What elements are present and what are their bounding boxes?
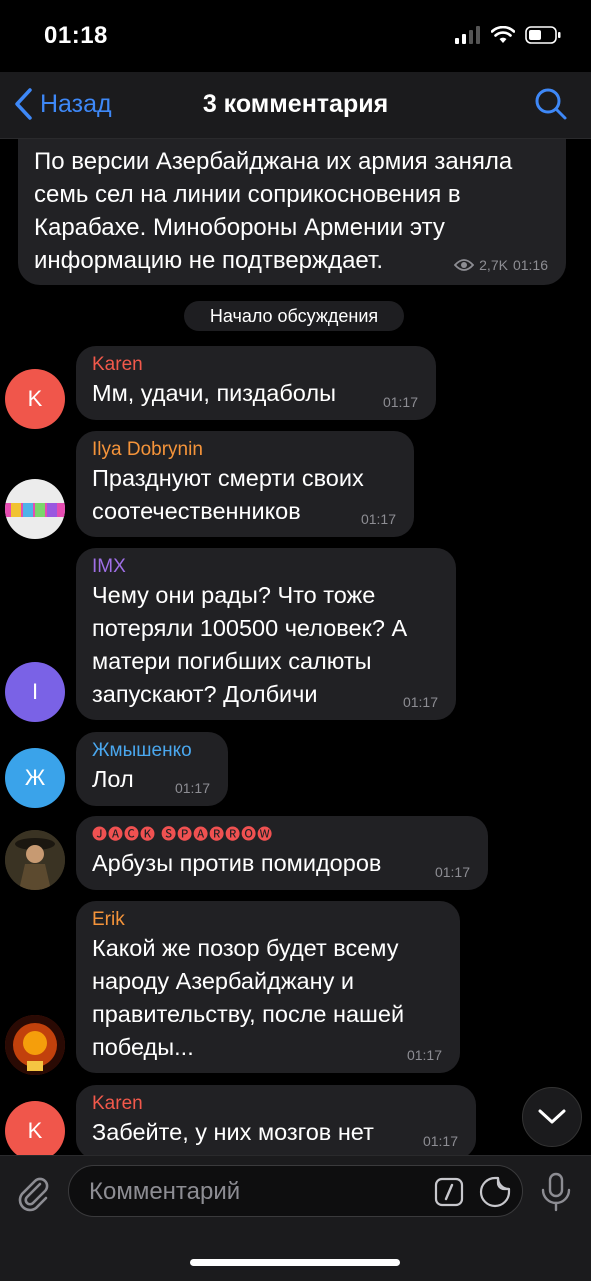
avatar[interactable]: Ж: [5, 748, 65, 808]
status-bar: 01:18: [0, 0, 591, 72]
message-bubble[interactable]: Karen Мм, удачи, пиздаболы 01:17: [76, 346, 436, 420]
status-icons: [455, 26, 561, 44]
avatar[interactable]: K: [5, 1101, 65, 1155]
message-time: 01:17: [382, 394, 418, 410]
battery-icon: [525, 26, 561, 44]
avatar-letter: K: [27, 386, 43, 411]
status-time: 01:18: [44, 22, 108, 49]
back-label: Назад: [40, 89, 112, 118]
message-author[interactable]: IMX: [92, 555, 440, 579]
message-time: 01:17: [360, 511, 396, 527]
message-author[interactable]: Жмышенко: [92, 739, 212, 763]
chat-area[interactable]: По версии Азербайджана их армия заняла с…: [0, 139, 591, 1155]
message-bubble[interactable]: 🅙🅐🅒🅚 🅢🅟🅐🅡🅡🅞🅦 Арбузы против помидоров 01:…: [76, 816, 488, 890]
avatar[interactable]: [5, 479, 65, 539]
paperclip-icon: [18, 1177, 49, 1212]
avatar[interactable]: [5, 1015, 65, 1075]
message-author[interactable]: Karen: [92, 353, 420, 377]
sticker-icon: [479, 1176, 511, 1208]
message-time: 01:17: [434, 864, 470, 880]
sticker-button[interactable]: [478, 1175, 512, 1214]
search-button[interactable]: [533, 86, 569, 127]
avatar-image: [5, 503, 65, 517]
home-indicator[interactable]: [190, 1259, 400, 1266]
voice-record-button[interactable]: [538, 1172, 574, 1217]
avatar-letter: Ж: [24, 765, 46, 790]
comment-input[interactable]: [87, 1174, 411, 1210]
avatar[interactable]: I: [5, 662, 65, 722]
avatar[interactable]: K: [5, 369, 65, 429]
avatar-image: [5, 1015, 65, 1075]
post-meta: 2,7K 01:16: [454, 257, 548, 273]
chevron-down-icon: [538, 1109, 566, 1124]
message-text: Чему они рады? Что тоже потеряли 100500 …: [92, 582, 408, 707]
message-text: Арбузы против помидоров: [92, 850, 382, 876]
back-button[interactable]: Назад: [12, 86, 112, 122]
nav-bar: Назад 3 комментария: [0, 72, 591, 139]
microphone-icon: [541, 1172, 571, 1212]
message-time: 01:17: [422, 1133, 458, 1149]
message-text: Празднуют смерти своих соотечественников: [92, 465, 364, 524]
avatar-image: [5, 830, 65, 890]
chevron-left-icon: [15, 88, 32, 120]
discussion-start-divider: Начало обсуждения: [184, 301, 404, 331]
avatar[interactable]: [5, 830, 65, 890]
wifi-icon: [491, 26, 515, 43]
message-time: 01:17: [174, 780, 210, 796]
message-text: Какой же позор будет всему народу Азерба…: [92, 935, 405, 1060]
post-bubble: По версии Азербайджана их армия заняла с…: [18, 139, 566, 285]
views-eye-icon: [454, 259, 475, 271]
message-time: 01:17: [406, 1047, 442, 1063]
message-bubble[interactable]: Karen Забейте, у них мозгов нет 01:17: [76, 1085, 476, 1155]
comment-field: [68, 1165, 523, 1217]
message-bubble[interactable]: Ilya Dobrynin Празднуют смерти своих соо…: [76, 431, 414, 537]
message-text: Мм, удачи, пиздаболы: [92, 380, 336, 406]
post-time: 01:16: [512, 257, 548, 273]
message-author[interactable]: Karen: [92, 1092, 460, 1116]
avatar-letter: K: [27, 1118, 43, 1143]
message-time: 01:17: [402, 694, 438, 710]
post-views: 2,7K: [479, 257, 508, 273]
message-text: Забейте, у них мозгов нет: [92, 1119, 374, 1145]
search-icon: [535, 88, 567, 120]
signal-icon: [455, 26, 480, 44]
message-author[interactable]: Ilya Dobrynin: [92, 438, 398, 462]
slash-command-icon: [434, 1177, 464, 1207]
message-author[interactable]: 🅙🅐🅒🅚 🅢🅟🅐🅡🅡🅞🅦: [92, 823, 472, 847]
message-bubble[interactable]: IMX Чему они рады? Что тоже потеряли 100…: [76, 548, 456, 720]
message-author[interactable]: Erik: [92, 908, 444, 932]
attach-button[interactable]: [14, 1174, 52, 1217]
message-bubble[interactable]: Жмышенко Лол 01:17: [76, 732, 228, 806]
scroll-to-bottom-button[interactable]: [522, 1087, 582, 1147]
bot-commands-button[interactable]: [434, 1177, 464, 1212]
message-bubble[interactable]: Erik Какой же позор будет всему народу А…: [76, 901, 460, 1073]
avatar-letter: I: [31, 679, 39, 704]
